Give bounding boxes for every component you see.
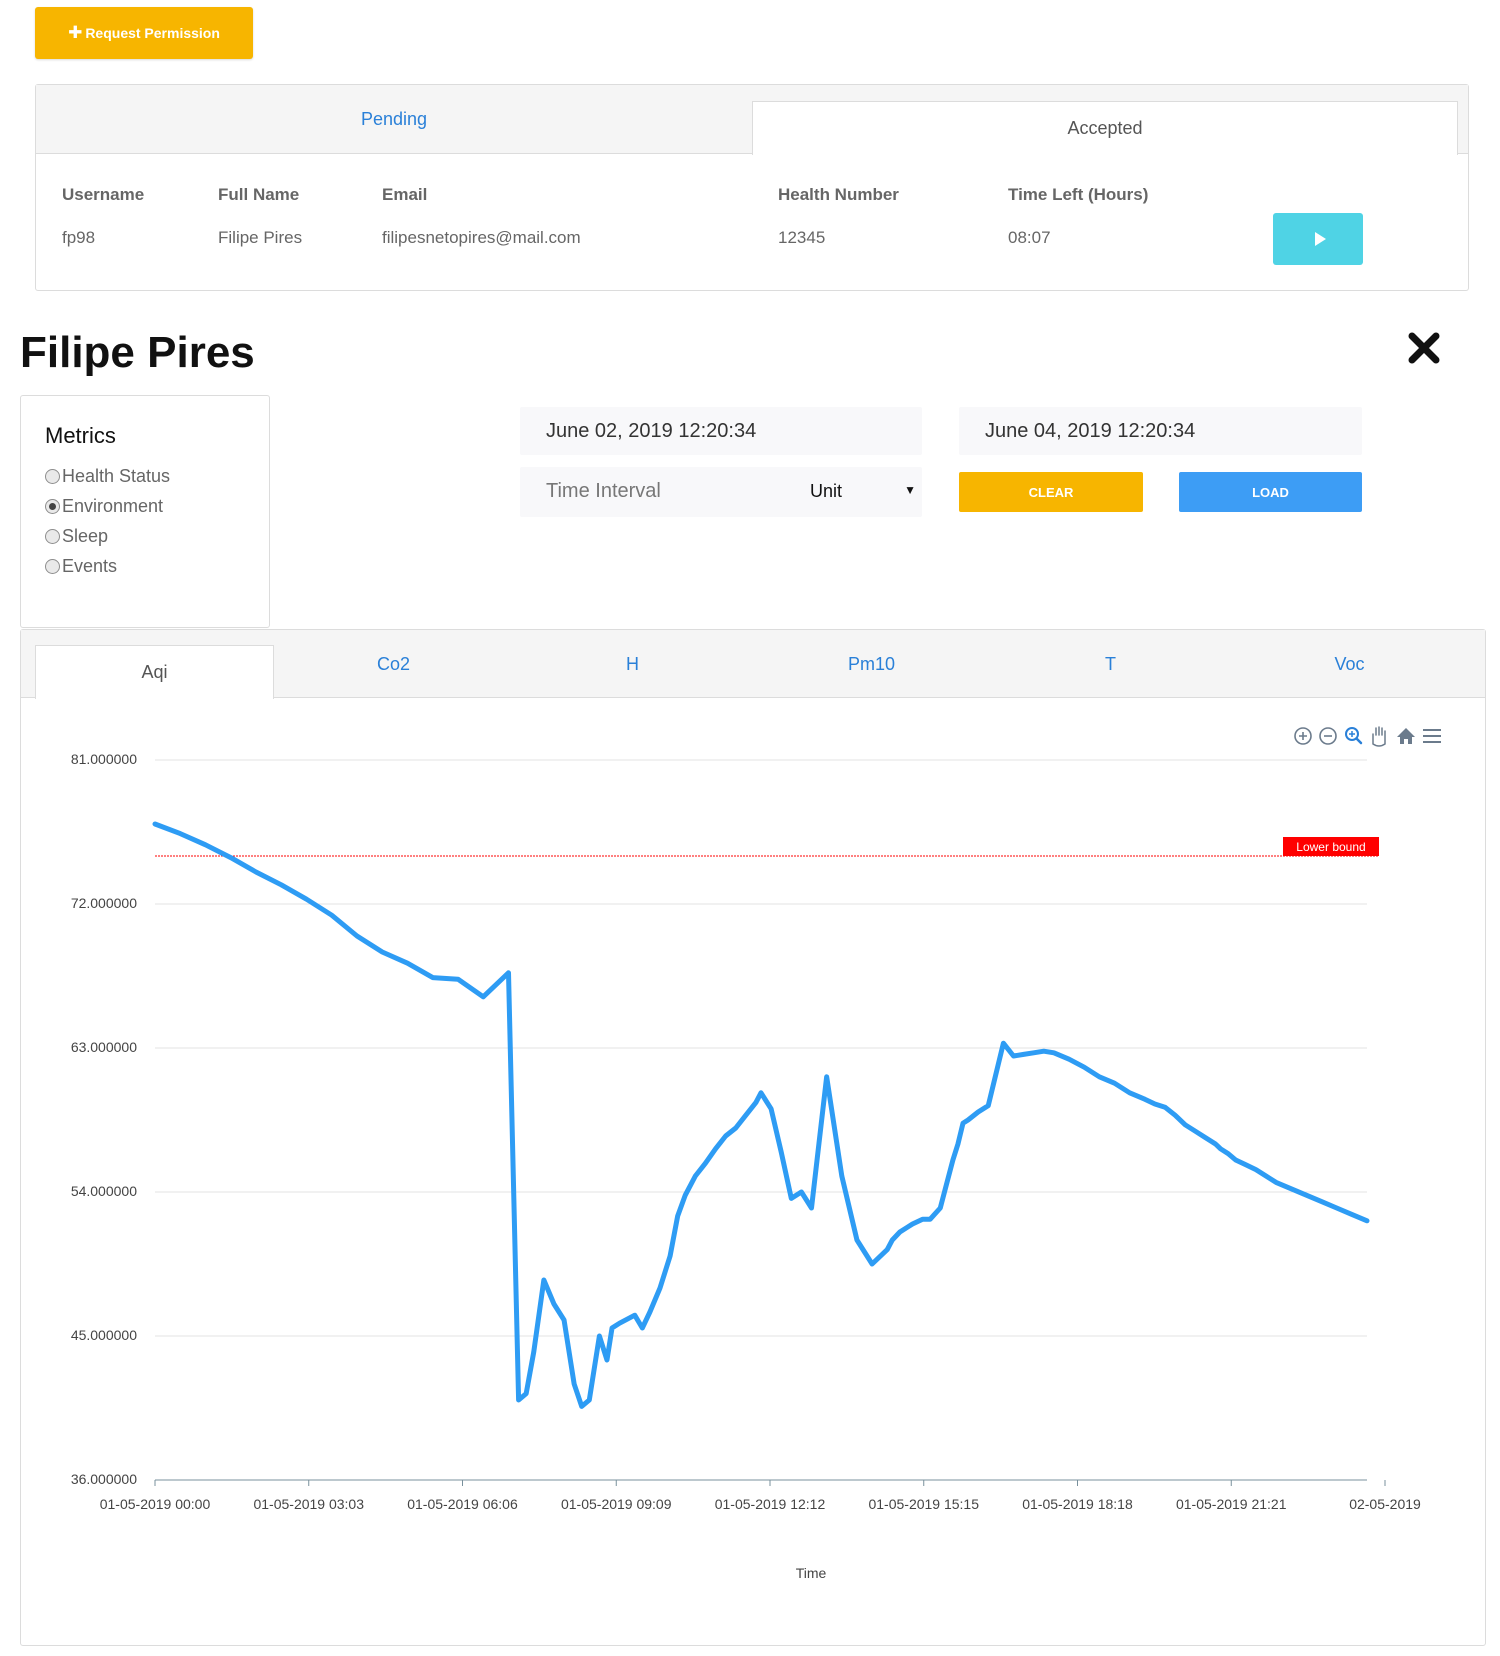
request-permission-label: Request Permission bbox=[85, 25, 220, 41]
radio-environment[interactable] bbox=[45, 499, 60, 514]
y-tick-label: 36.000000 bbox=[71, 1471, 137, 1487]
close-icon bbox=[1408, 332, 1440, 364]
cell-health-number: 12345 bbox=[778, 228, 826, 247]
x-tick-label: 01-05-2019 15:15 bbox=[868, 1496, 979, 1512]
metrics-panel: Metrics Health Status Environment Sleep … bbox=[20, 395, 270, 628]
column-header-username: Username bbox=[62, 185, 145, 204]
column-header-full-name: Full Name bbox=[218, 185, 300, 204]
request-permission-button[interactable]: ✚ Request Permission bbox=[35, 7, 253, 59]
tab-accepted[interactable]: Accepted bbox=[752, 101, 1458, 155]
x-tick-label: 02-05-2019 bbox=[1349, 1496, 1421, 1512]
x-tick-label: 01-05-2019 03:03 bbox=[253, 1496, 364, 1512]
y-tick-label: 54.000000 bbox=[71, 1183, 137, 1199]
x-axis-title: Time bbox=[796, 1565, 827, 1581]
permissions-card: Pending Accepted Username Full Name Emai… bbox=[35, 84, 1469, 291]
column-header-time-left: Time Left (Hours) bbox=[1008, 185, 1149, 204]
zoom-in-icon[interactable] bbox=[1294, 727, 1312, 745]
clear-button[interactable]: CLEAR bbox=[959, 472, 1143, 512]
close-button[interactable] bbox=[1404, 328, 1444, 368]
tab-pending[interactable]: Pending bbox=[36, 85, 752, 154]
cell-username: fp98 bbox=[62, 228, 96, 247]
radio-sleep[interactable] bbox=[45, 529, 60, 544]
reset-home-icon[interactable] bbox=[1397, 728, 1415, 744]
x-tick-label: 01-05-2019 09:09 bbox=[561, 1496, 672, 1512]
view-patient-button[interactable] bbox=[1273, 213, 1363, 265]
metric-label: Events bbox=[62, 556, 118, 576]
chart-gridlines bbox=[155, 759, 1367, 1337]
y-tick-label: 45.000000 bbox=[71, 1327, 137, 1343]
y-axis: 36.000000 45.000000 54.000000 63.000000 72.0… bbox=[71, 751, 137, 1487]
x-tick-label: 01-05-2019 12:12 bbox=[715, 1496, 826, 1512]
caret-down-icon: ▼ bbox=[904, 483, 916, 497]
x-tick-label: 01-05-2019 18:18 bbox=[1022, 1496, 1133, 1512]
play-icon bbox=[1314, 232, 1326, 246]
aqi-line-chart: 36.000000 45.000000 54.000000 63.000000 72.0… bbox=[71, 726, 1441, 1581]
lower-bound-label: Lower bound bbox=[1296, 840, 1365, 854]
radio-events[interactable] bbox=[45, 559, 60, 574]
x-tick-label: 01-05-2019 06:06 bbox=[407, 1496, 518, 1512]
chart-card: Aqi Co2 H Pm10 T Voc 36.000000 45.000000… bbox=[20, 629, 1486, 1646]
zoom-out-icon[interactable] bbox=[1319, 727, 1337, 745]
page-title: Filipe Pires bbox=[20, 328, 255, 377]
permissions-tabs: Pending Accepted bbox=[36, 85, 1468, 155]
y-tick-label: 81.000000 bbox=[71, 751, 137, 767]
x-tick-label: 01-05-2019 21:21 bbox=[1176, 1496, 1287, 1512]
time-interval-input[interactable]: Time Interval bbox=[546, 480, 661, 503]
metric-label: Environment bbox=[62, 496, 164, 516]
metric-option-sleep[interactable]: Sleep bbox=[45, 526, 108, 547]
radio-health-status[interactable] bbox=[45, 469, 60, 484]
menu-icon[interactable] bbox=[1423, 729, 1441, 743]
pan-icon[interactable] bbox=[1372, 726, 1386, 747]
cell-email: filipesnetopires@mail.com bbox=[382, 228, 581, 247]
column-header-health-number: Health Number bbox=[778, 185, 899, 204]
series-group bbox=[152, 821, 1370, 1409]
metric-label: Health Status bbox=[62, 466, 171, 486]
unit-select-value: Unit bbox=[810, 481, 843, 501]
unit-select[interactable]: Unit ▼ bbox=[810, 481, 916, 502]
x-tick-label: 01-05-2019 00:00 bbox=[100, 1496, 211, 1512]
cell-time-left: 08:07 bbox=[1008, 228, 1051, 247]
metric-option-health-status[interactable]: Health Status bbox=[45, 466, 170, 487]
x-axis: 01-05-2019 00:00 01-05-2019 03:03 01-05-20… bbox=[100, 1479, 1421, 1512]
aqi-series-line bbox=[152, 821, 1370, 1409]
cell-full-name: Filipe Pires bbox=[218, 228, 303, 247]
y-tick-label: 72.000000 bbox=[71, 895, 137, 911]
time-interval-group: Time Interval Unit ▼ bbox=[520, 467, 922, 517]
load-button[interactable]: LOAD bbox=[1179, 472, 1362, 512]
end-date-input[interactable]: June 04, 2019 12:20:34 bbox=[959, 407, 1362, 455]
y-tick-label: 63.000000 bbox=[71, 1039, 137, 1055]
plus-icon: ✚ bbox=[68, 23, 83, 42]
metric-label: Sleep bbox=[62, 526, 109, 546]
start-date-input[interactable]: June 02, 2019 12:20:34 bbox=[520, 407, 922, 455]
metrics-title: Metrics bbox=[45, 423, 116, 448]
selection-zoom-icon[interactable] bbox=[1345, 727, 1363, 745]
metric-option-environment[interactable]: Environment bbox=[45, 496, 163, 517]
chart-toolbar bbox=[1294, 726, 1441, 747]
annotations: Lower bound bbox=[155, 837, 1379, 857]
metric-option-events[interactable]: Events bbox=[45, 556, 117, 577]
column-header-email: Email bbox=[382, 185, 428, 204]
